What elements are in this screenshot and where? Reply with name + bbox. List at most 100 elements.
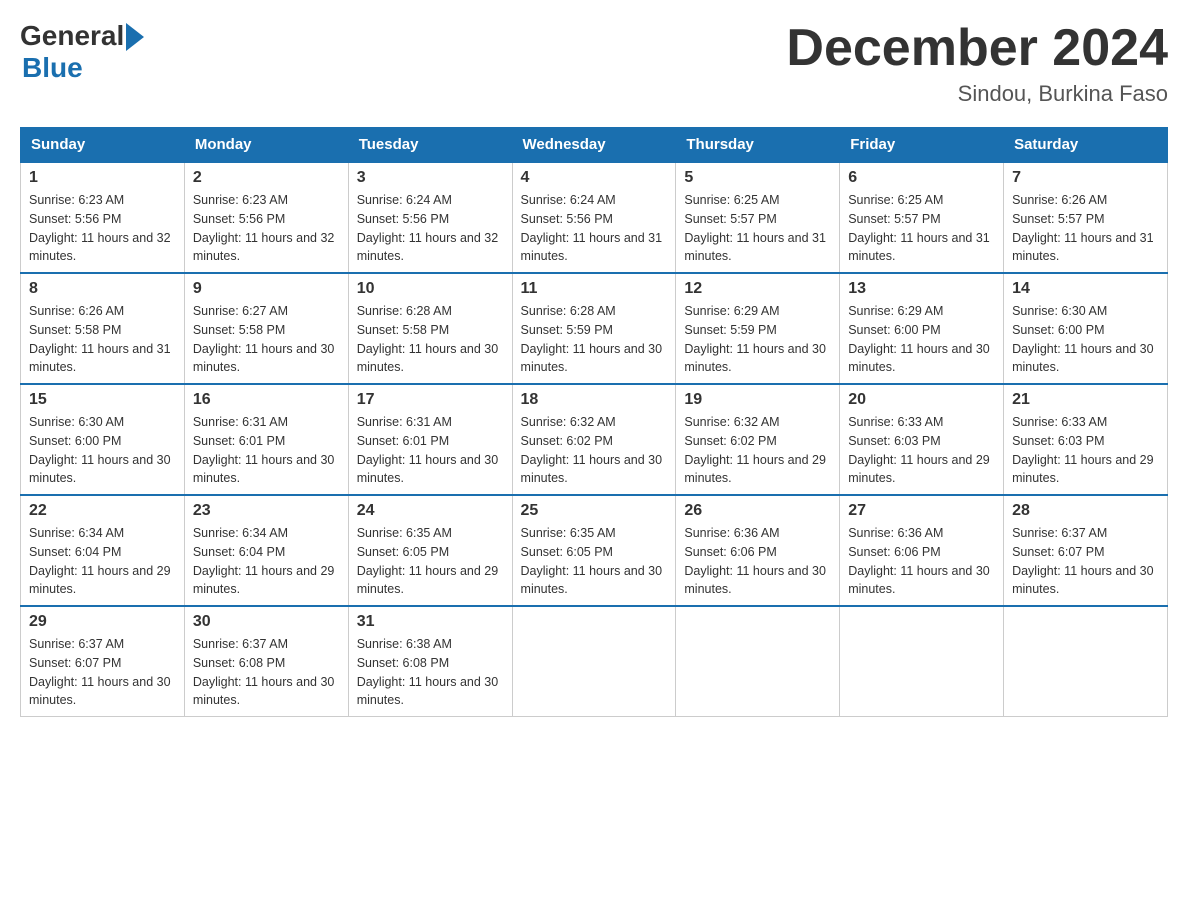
month-year-title: December 2024 <box>786 20 1168 77</box>
table-row: 26 Sunrise: 6:36 AMSunset: 6:06 PMDaylig… <box>676 495 840 606</box>
table-row: 4 Sunrise: 6:24 AMSunset: 5:56 PMDayligh… <box>512 162 676 273</box>
day-info: Sunrise: 6:28 AMSunset: 5:59 PMDaylight:… <box>521 304 663 374</box>
day-number: 15 <box>29 391 176 409</box>
table-row: 17 Sunrise: 6:31 AMSunset: 6:01 PMDaylig… <box>348 384 512 495</box>
day-number: 22 <box>29 502 176 520</box>
day-number: 8 <box>29 280 176 298</box>
day-info: Sunrise: 6:31 AMSunset: 6:01 PMDaylight:… <box>357 415 499 485</box>
table-row: 1 Sunrise: 6:23 AMSunset: 5:56 PMDayligh… <box>21 162 185 273</box>
table-row: 27 Sunrise: 6:36 AMSunset: 6:06 PMDaylig… <box>840 495 1004 606</box>
table-row: 16 Sunrise: 6:31 AMSunset: 6:01 PMDaylig… <box>184 384 348 495</box>
day-info: Sunrise: 6:25 AMSunset: 5:57 PMDaylight:… <box>684 193 826 263</box>
day-number: 2 <box>193 169 340 187</box>
day-number: 28 <box>1012 502 1159 520</box>
day-info: Sunrise: 6:29 AMSunset: 6:00 PMDaylight:… <box>848 304 990 374</box>
day-info: Sunrise: 6:27 AMSunset: 5:58 PMDaylight:… <box>193 304 335 374</box>
table-row <box>840 606 1004 717</box>
table-row: 23 Sunrise: 6:34 AMSunset: 6:04 PMDaylig… <box>184 495 348 606</box>
table-row: 8 Sunrise: 6:26 AMSunset: 5:58 PMDayligh… <box>21 273 185 384</box>
title-section: December 2024 Sindou, Burkina Faso <box>786 20 1168 107</box>
day-number: 3 <box>357 169 504 187</box>
logo-blue-text: Blue <box>22 52 83 84</box>
header-sunday: Sunday <box>21 128 185 163</box>
table-row: 25 Sunrise: 6:35 AMSunset: 6:05 PMDaylig… <box>512 495 676 606</box>
week-row-3: 15 Sunrise: 6:30 AMSunset: 6:00 PMDaylig… <box>21 384 1168 495</box>
logo-arrow-icon <box>126 23 144 51</box>
day-number: 12 <box>684 280 831 298</box>
table-row: 21 Sunrise: 6:33 AMSunset: 6:03 PMDaylig… <box>1004 384 1168 495</box>
table-row: 3 Sunrise: 6:24 AMSunset: 5:56 PMDayligh… <box>348 162 512 273</box>
day-number: 16 <box>193 391 340 409</box>
day-info: Sunrise: 6:37 AMSunset: 6:07 PMDaylight:… <box>1012 526 1154 596</box>
table-row: 30 Sunrise: 6:37 AMSunset: 6:08 PMDaylig… <box>184 606 348 717</box>
table-row: 2 Sunrise: 6:23 AMSunset: 5:56 PMDayligh… <box>184 162 348 273</box>
day-info: Sunrise: 6:23 AMSunset: 5:56 PMDaylight:… <box>193 193 335 263</box>
day-info: Sunrise: 6:26 AMSunset: 5:57 PMDaylight:… <box>1012 193 1154 263</box>
day-info: Sunrise: 6:38 AMSunset: 6:08 PMDaylight:… <box>357 637 499 707</box>
table-row: 10 Sunrise: 6:28 AMSunset: 5:58 PMDaylig… <box>348 273 512 384</box>
table-row: 29 Sunrise: 6:37 AMSunset: 6:07 PMDaylig… <box>21 606 185 717</box>
header-friday: Friday <box>840 128 1004 163</box>
day-info: Sunrise: 6:34 AMSunset: 6:04 PMDaylight:… <box>193 526 335 596</box>
day-number: 10 <box>357 280 504 298</box>
calendar-header-row: Sunday Monday Tuesday Wednesday Thursday… <box>21 128 1168 163</box>
header-thursday: Thursday <box>676 128 840 163</box>
table-row: 20 Sunrise: 6:33 AMSunset: 6:03 PMDaylig… <box>840 384 1004 495</box>
day-number: 21 <box>1012 391 1159 409</box>
table-row: 11 Sunrise: 6:28 AMSunset: 5:59 PMDaylig… <box>512 273 676 384</box>
table-row: 12 Sunrise: 6:29 AMSunset: 5:59 PMDaylig… <box>676 273 840 384</box>
table-row <box>512 606 676 717</box>
table-row: 19 Sunrise: 6:32 AMSunset: 6:02 PMDaylig… <box>676 384 840 495</box>
day-info: Sunrise: 6:37 AMSunset: 6:08 PMDaylight:… <box>193 637 335 707</box>
day-info: Sunrise: 6:36 AMSunset: 6:06 PMDaylight:… <box>684 526 826 596</box>
table-row: 18 Sunrise: 6:32 AMSunset: 6:02 PMDaylig… <box>512 384 676 495</box>
day-number: 30 <box>193 613 340 631</box>
day-info: Sunrise: 6:32 AMSunset: 6:02 PMDaylight:… <box>684 415 826 485</box>
day-info: Sunrise: 6:34 AMSunset: 6:04 PMDaylight:… <box>29 526 171 596</box>
location-title: Sindou, Burkina Faso <box>786 81 1168 107</box>
table-row <box>1004 606 1168 717</box>
day-number: 1 <box>29 169 176 187</box>
day-number: 14 <box>1012 280 1159 298</box>
day-number: 20 <box>848 391 995 409</box>
day-number: 18 <box>521 391 668 409</box>
day-number: 5 <box>684 169 831 187</box>
day-info: Sunrise: 6:30 AMSunset: 6:00 PMDaylight:… <box>29 415 171 485</box>
header-monday: Monday <box>184 128 348 163</box>
day-number: 31 <box>357 613 504 631</box>
day-number: 6 <box>848 169 995 187</box>
day-info: Sunrise: 6:31 AMSunset: 6:01 PMDaylight:… <box>193 415 335 485</box>
day-number: 11 <box>521 280 668 298</box>
calendar-table: Sunday Monday Tuesday Wednesday Thursday… <box>20 127 1168 717</box>
table-row: 31 Sunrise: 6:38 AMSunset: 6:08 PMDaylig… <box>348 606 512 717</box>
table-row: 6 Sunrise: 6:25 AMSunset: 5:57 PMDayligh… <box>840 162 1004 273</box>
header-saturday: Saturday <box>1004 128 1168 163</box>
day-number: 7 <box>1012 169 1159 187</box>
day-number: 23 <box>193 502 340 520</box>
table-row: 28 Sunrise: 6:37 AMSunset: 6:07 PMDaylig… <box>1004 495 1168 606</box>
logo-general-text: General <box>20 20 124 52</box>
day-number: 25 <box>521 502 668 520</box>
day-number: 13 <box>848 280 995 298</box>
day-info: Sunrise: 6:24 AMSunset: 5:56 PMDaylight:… <box>521 193 663 263</box>
day-info: Sunrise: 6:35 AMSunset: 6:05 PMDaylight:… <box>521 526 663 596</box>
day-info: Sunrise: 6:36 AMSunset: 6:06 PMDaylight:… <box>848 526 990 596</box>
table-row: 5 Sunrise: 6:25 AMSunset: 5:57 PMDayligh… <box>676 162 840 273</box>
day-info: Sunrise: 6:37 AMSunset: 6:07 PMDaylight:… <box>29 637 171 707</box>
day-info: Sunrise: 6:28 AMSunset: 5:58 PMDaylight:… <box>357 304 499 374</box>
day-number: 29 <box>29 613 176 631</box>
day-info: Sunrise: 6:33 AMSunset: 6:03 PMDaylight:… <box>1012 415 1154 485</box>
table-row: 7 Sunrise: 6:26 AMSunset: 5:57 PMDayligh… <box>1004 162 1168 273</box>
day-info: Sunrise: 6:25 AMSunset: 5:57 PMDaylight:… <box>848 193 990 263</box>
table-row: 24 Sunrise: 6:35 AMSunset: 6:05 PMDaylig… <box>348 495 512 606</box>
logo: General Blue <box>20 20 144 84</box>
header-tuesday: Tuesday <box>348 128 512 163</box>
day-info: Sunrise: 6:32 AMSunset: 6:02 PMDaylight:… <box>521 415 663 485</box>
table-row: 9 Sunrise: 6:27 AMSunset: 5:58 PMDayligh… <box>184 273 348 384</box>
table-row: 15 Sunrise: 6:30 AMSunset: 6:00 PMDaylig… <box>21 384 185 495</box>
day-number: 19 <box>684 391 831 409</box>
day-info: Sunrise: 6:23 AMSunset: 5:56 PMDaylight:… <box>29 193 171 263</box>
table-row: 22 Sunrise: 6:34 AMSunset: 6:04 PMDaylig… <box>21 495 185 606</box>
day-info: Sunrise: 6:35 AMSunset: 6:05 PMDaylight:… <box>357 526 499 596</box>
week-row-4: 22 Sunrise: 6:34 AMSunset: 6:04 PMDaylig… <box>21 495 1168 606</box>
